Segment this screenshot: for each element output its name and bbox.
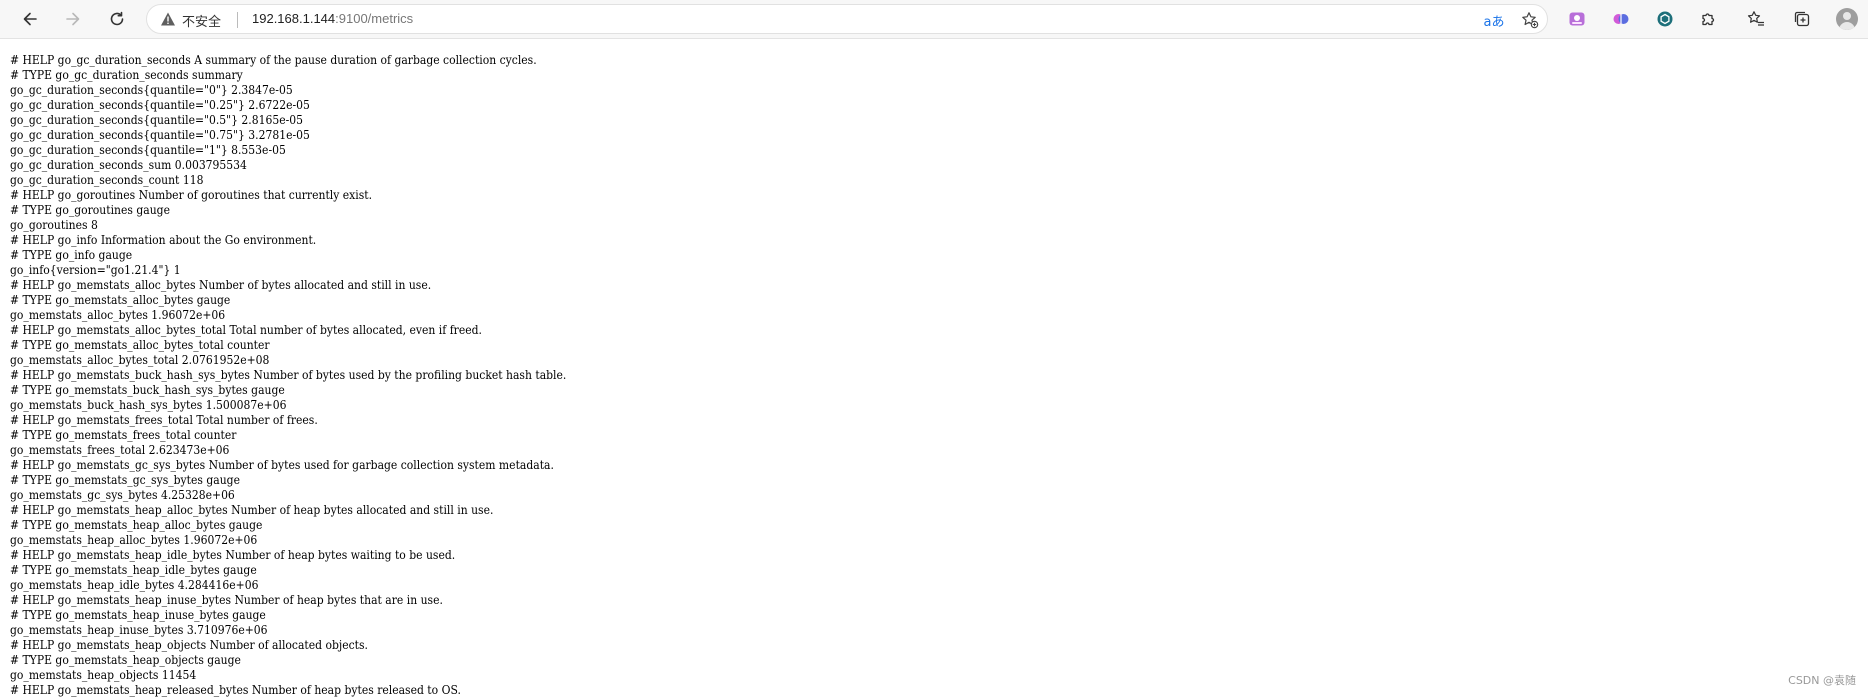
- metric-line: go_gc_duration_seconds{quantile="0.75"} …: [10, 128, 310, 142]
- warning-triangle-icon: [160, 11, 176, 31]
- metric-line: # HELP go_memstats_buck_hash_sys_bytes N…: [10, 368, 567, 382]
- metric-line: go_gc_duration_seconds{quantile="0.5"} 2…: [10, 113, 304, 127]
- metric-line: go_goroutines 8: [10, 218, 98, 232]
- metric-line: # TYPE go_memstats_heap_alloc_bytes gaug…: [10, 518, 263, 532]
- openai-icon: [1657, 11, 1673, 27]
- metric-line: go_memstats_heap_alloc_bytes 1.96072e+06: [10, 533, 258, 547]
- translate-icon: aあ: [1483, 14, 1505, 30]
- metric-line: # HELP go_memstats_frees_total Total num…: [10, 413, 318, 427]
- metric-line: # HELP go_memstats_gc_sys_bytes Number o…: [10, 458, 554, 472]
- url-host: 192.168.1.144: [252, 11, 336, 26]
- metric-line: go_gc_duration_seconds{quantile="1"} 8.5…: [10, 143, 286, 157]
- metric-line: go_info{version="go1.21.4"} 1: [10, 263, 181, 277]
- metric-line: # HELP go_memstats_heap_released_bytes N…: [10, 683, 461, 697]
- star-add-icon: [1522, 12, 1539, 29]
- metric-line: go_memstats_alloc_bytes 1.96072e+06: [10, 308, 226, 322]
- translate-button[interactable]: aあ: [1483, 10, 1505, 30]
- reload-button[interactable]: [101, 4, 133, 34]
- favorites-button[interactable]: [1744, 7, 1768, 31]
- add-favorite-button[interactable]: [1519, 10, 1541, 30]
- extension-badge-icon: [1569, 12, 1585, 26]
- url-path: :9100/metrics: [335, 11, 414, 26]
- metric-line: # HELP go_memstats_heap_alloc_bytes Numb…: [10, 503, 494, 517]
- security-label[interactable]: 不安全: [182, 11, 221, 30]
- metric-line: # TYPE go_memstats_gc_sys_bytes gauge: [10, 473, 240, 487]
- metric-line: # HELP go_memstats_heap_inuse_bytes Numb…: [10, 593, 443, 607]
- metric-line: # TYPE go_memstats_alloc_bytes gauge: [10, 293, 231, 307]
- metric-line: # TYPE go_memstats_buck_hash_sys_bytes g…: [10, 383, 285, 397]
- reload-icon: [110, 11, 124, 26]
- metric-line: go_memstats_heap_objects 11454: [10, 668, 197, 682]
- extension-button-2[interactable]: [1609, 7, 1633, 31]
- avatar-icon[interactable]: [1836, 8, 1858, 30]
- avatar-body: [1839, 22, 1855, 30]
- back-button[interactable]: [14, 4, 46, 34]
- arrow-left-icon: [23, 12, 37, 26]
- metric-line: # TYPE go_gc_duration_seconds summary: [10, 68, 243, 82]
- metric-line: # HELP go_gc_duration_seconds A summary …: [10, 53, 537, 67]
- metric-line: # TYPE go_goroutines gauge: [10, 203, 170, 217]
- metric-line: # TYPE go_memstats_alloc_bytes_total cou…: [10, 338, 270, 352]
- metric-line: # HELP go_goroutines Number of goroutine…: [10, 188, 373, 202]
- extension-button-3[interactable]: [1653, 7, 1677, 31]
- brain-icon: [1613, 14, 1629, 24]
- star-list-icon: [1747, 11, 1764, 26]
- watermark-text: CSDN @袁随: [1788, 674, 1856, 687]
- metric-line: # TYPE go_memstats_heap_objects gauge: [10, 653, 241, 667]
- metric-line: go_memstats_alloc_bytes_total 2.0761952e…: [10, 353, 270, 367]
- forward-button[interactable]: [57, 4, 89, 34]
- metric-line: # HELP go_memstats_heap_idle_bytes Numbe…: [10, 548, 456, 562]
- extension-button-1[interactable]: [1565, 7, 1589, 31]
- metric-line: go_gc_duration_seconds{quantile="0"} 2.3…: [10, 83, 293, 97]
- metric-line: # HELP go_memstats_heap_objects Number o…: [10, 638, 368, 652]
- collections-icon: [1794, 11, 1810, 27]
- metric-line: # HELP go_info Information about the Go …: [10, 233, 317, 247]
- metric-line: go_memstats_frees_total 2.623473e+06: [10, 443, 230, 457]
- avatar-head: [1843, 12, 1851, 20]
- puzzle-icon: [1702, 13, 1715, 26]
- metric-line: # TYPE go_info gauge: [10, 248, 133, 262]
- metric-line: go_gc_duration_seconds{quantile="0.25"} …: [10, 98, 310, 112]
- address-bar[interactable]: 不安全 192.168.1.144:9100/metrics aあ: [146, 4, 1548, 34]
- metric-line: go_gc_duration_seconds_count 118: [10, 173, 204, 187]
- arrow-right-icon: [66, 12, 80, 26]
- metric-line: go_memstats_buck_hash_sys_bytes 1.500087…: [10, 398, 287, 412]
- extensions-button[interactable]: [1697, 7, 1721, 31]
- collections-button[interactable]: [1790, 7, 1814, 31]
- metric-line: go_memstats_gc_sys_bytes 4.25328e+06: [10, 488, 235, 502]
- metric-line: go_gc_duration_seconds_sum 0.003795534: [10, 158, 247, 172]
- metric-line: # TYPE go_memstats_heap_inuse_bytes gaug…: [10, 608, 266, 622]
- url-text[interactable]: 192.168.1.144:9100/metrics: [252, 11, 413, 26]
- address-divider: [237, 12, 238, 28]
- metric-line: # HELP go_memstats_alloc_bytes_total Tot…: [10, 323, 482, 337]
- browser-toolbar: 不安全 192.168.1.144:9100/metrics aあ: [0, 0, 1868, 39]
- metric-line: # HELP go_memstats_alloc_bytes Number of…: [10, 278, 432, 292]
- metric-line: go_memstats_heap_idle_bytes 4.284416e+06: [10, 578, 259, 592]
- metric-line: # TYPE go_memstats_frees_total counter: [10, 428, 237, 442]
- metric-line: go_memstats_heap_inuse_bytes 3.710976e+0…: [10, 623, 268, 637]
- metric-line: # TYPE go_memstats_heap_idle_bytes gauge: [10, 563, 257, 577]
- metrics-text: # HELP go_gc_duration_seconds A summary …: [10, 53, 1868, 698]
